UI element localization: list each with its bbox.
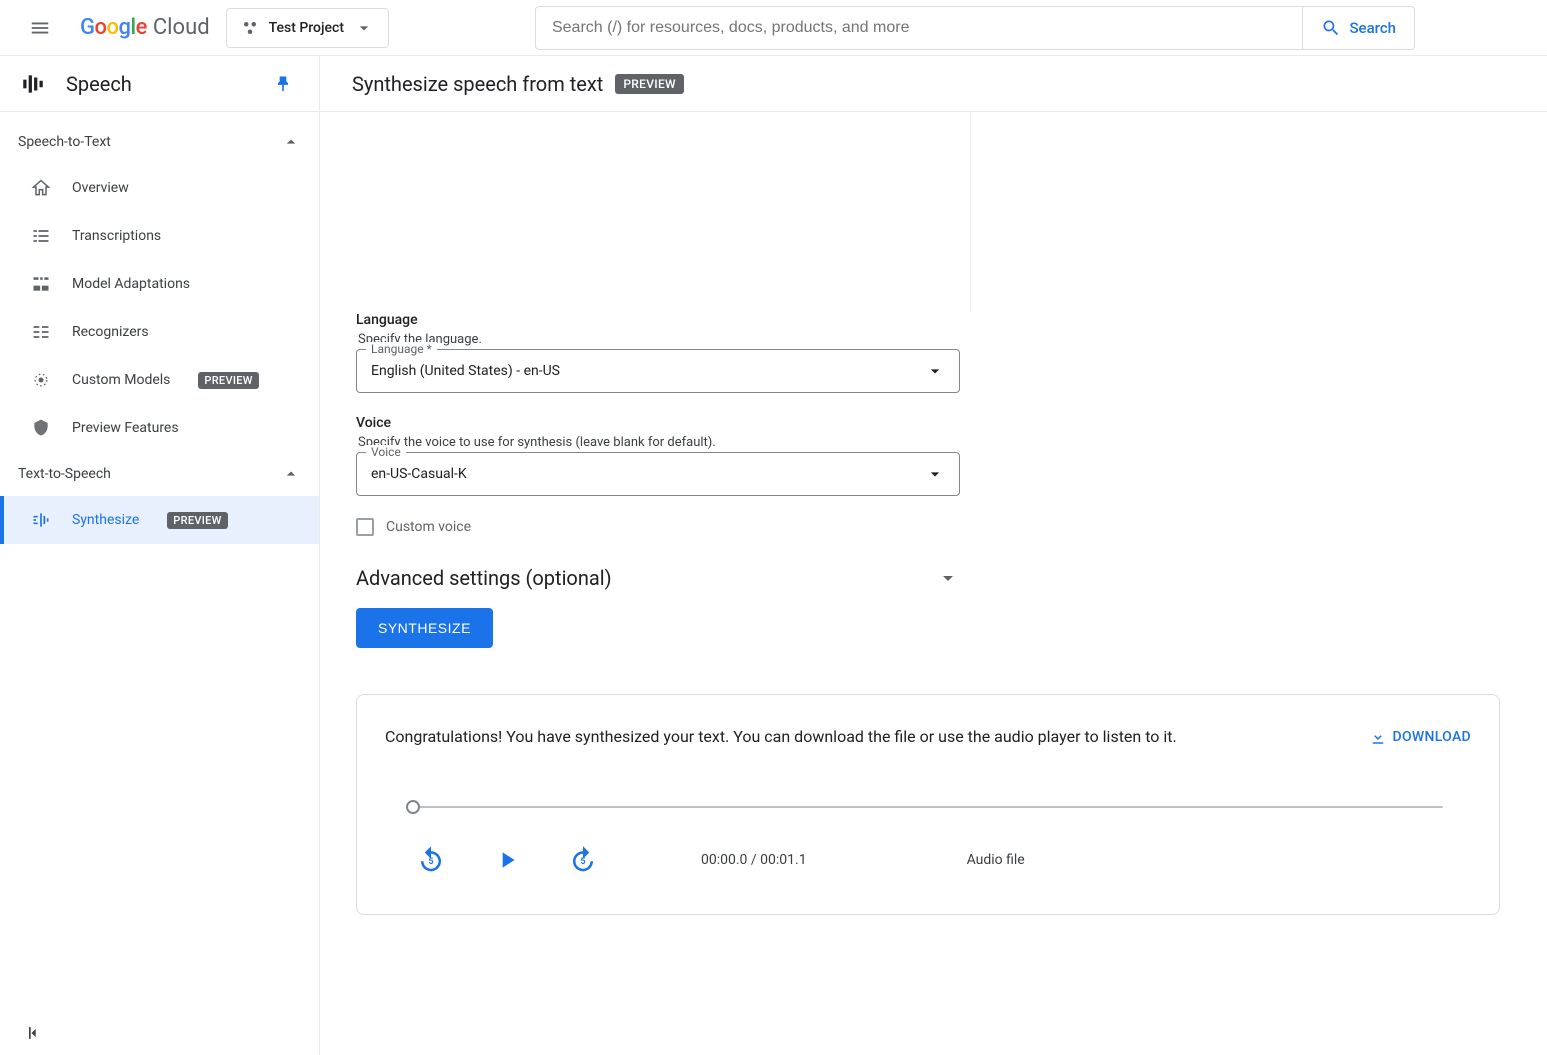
sidebar-item-label: Synthesize: [72, 512, 139, 528]
replay-5-button[interactable]: 5: [413, 842, 449, 878]
svg-text:5: 5: [428, 857, 433, 867]
page-title: Synthesize speech from text: [352, 72, 603, 96]
page-title-wrap: Synthesize speech from text PREVIEW: [320, 72, 684, 96]
download-icon: [1369, 728, 1387, 746]
sidebar-item-label: Recognizers: [72, 324, 149, 340]
custom-voice-row: Custom voice: [356, 518, 960, 536]
subheader: Speech Synthesize speech from text PREVI…: [0, 56, 1547, 112]
sidebar-item-label: Overview: [72, 180, 129, 196]
transcriptions-icon: [31, 226, 51, 246]
right-divider: [970, 112, 971, 312]
advanced-settings-toggle[interactable]: Advanced settings (optional): [356, 558, 960, 608]
language-float-label: Language *: [366, 342, 437, 356]
project-picker[interactable]: Test Project: [226, 8, 389, 48]
sidebar-item-transcriptions[interactable]: Transcriptions: [0, 212, 319, 260]
sidebar-item-custom-models[interactable]: Custom Models PREVIEW: [0, 356, 319, 404]
forward-5-icon: 5: [568, 845, 598, 875]
sidebar-item-label: Custom Models: [72, 372, 170, 388]
voice-subtitle: Specify the voice to use for synthesis (…: [358, 435, 960, 450]
product-title: Speech: [66, 72, 247, 96]
project-icon: [241, 19, 259, 37]
download-label: DOWNLOAD: [1393, 729, 1472, 745]
sidebar-item-recognizers[interactable]: Recognizers: [0, 308, 319, 356]
language-select[interactable]: English (United States) - en-US: [356, 349, 960, 393]
custom-voice-checkbox[interactable]: [356, 518, 374, 536]
synthesize-button[interactable]: SYNTHESIZE: [356, 608, 493, 648]
collapse-icon: [24, 1023, 44, 1043]
voice-float-label: Voice: [366, 445, 406, 459]
menu-icon: [29, 17, 51, 39]
voice-value: en-US-Casual-K: [371, 466, 467, 482]
sidebar-item-label: Preview Features: [72, 420, 179, 436]
language-title: Language: [356, 312, 960, 328]
logo-cloud-text: Cloud: [153, 15, 210, 40]
preview-mini-badge: PREVIEW: [167, 512, 227, 529]
svg-text:5: 5: [580, 857, 585, 867]
result-message: Congratulations! You have synthesized yo…: [385, 727, 1177, 746]
play-button[interactable]: [489, 842, 525, 878]
search-button[interactable]: Search: [1302, 7, 1414, 49]
seek-track[interactable]: [413, 806, 1443, 808]
topbar: Google Cloud Test Project Search: [0, 0, 1547, 56]
caret-down-icon: [925, 361, 945, 381]
model-adaptations-icon: [31, 274, 51, 294]
voice-title: Voice: [356, 415, 960, 431]
sidebar-item-model-adaptations[interactable]: Model Adaptations: [0, 260, 319, 308]
product-cell: Speech: [0, 56, 320, 111]
advanced-settings-label: Advanced settings (optional): [356, 566, 612, 590]
project-name: Test Project: [269, 20, 344, 36]
synthesize-icon: [31, 510, 51, 530]
section-label: Speech-to-Text: [18, 134, 111, 150]
preview-mini-badge: PREVIEW: [198, 372, 258, 389]
pin-icon: [273, 74, 293, 94]
collapse-sidebar-button[interactable]: [24, 1023, 44, 1043]
custom-voice-label: Custom voice: [386, 519, 471, 535]
sidebar-item-label: Model Adaptations: [72, 276, 190, 292]
sidenav: Speech-to-Text Overview Transcriptions M…: [0, 112, 320, 1055]
speech-product-icon: [20, 71, 46, 97]
chevron-up-icon: [281, 464, 301, 484]
language-field-block: Language Specify the language. Language …: [356, 312, 960, 393]
caret-down-icon: [925, 464, 945, 484]
audio-player: 5 5 00:00.0 / 00:01.1 Audio file: [385, 806, 1471, 878]
chevron-up-icon: [281, 132, 301, 152]
search-input[interactable]: [536, 7, 1302, 49]
custom-models-icon: [31, 370, 51, 390]
search-button-label: Search: [1349, 19, 1396, 37]
seek-thumb[interactable]: [406, 800, 420, 814]
sidebar-item-label: Transcriptions: [72, 228, 161, 244]
voice-select[interactable]: en-US-Casual-K: [356, 452, 960, 496]
google-cloud-logo[interactable]: Google Cloud: [80, 15, 210, 40]
voice-field-block: Voice Specify the voice to use for synth…: [356, 415, 960, 496]
preview-features-icon: [31, 418, 51, 438]
language-subtitle: Specify the language.: [358, 332, 960, 347]
playback-time: 00:00.0 / 00:01.1: [701, 852, 807, 868]
chevron-down-icon: [936, 566, 960, 590]
audio-file-label: Audio file: [967, 852, 1025, 868]
hamburger-menu-button[interactable]: [16, 4, 64, 52]
result-card: Congratulations! You have synthesized yo…: [356, 694, 1500, 915]
forward-5-button[interactable]: 5: [565, 842, 601, 878]
sidebar-item-synthesize[interactable]: Synthesize PREVIEW: [0, 496, 319, 544]
section-label: Text-to-Speech: [18, 466, 111, 482]
download-button[interactable]: DOWNLOAD: [1369, 728, 1472, 746]
search-icon: [1321, 18, 1341, 38]
preview-badge: PREVIEW: [615, 74, 684, 94]
recognizers-icon: [31, 322, 51, 342]
play-icon: [494, 847, 520, 873]
pin-button[interactable]: [267, 68, 299, 100]
home-icon: [31, 178, 51, 198]
sidebar-item-overview[interactable]: Overview: [0, 164, 319, 212]
replay-5-icon: 5: [416, 845, 446, 875]
section-speech-to-text[interactable]: Speech-to-Text: [0, 120, 319, 164]
search-bar: Search: [535, 6, 1415, 50]
main-content: Language Specify the language. Language …: [320, 112, 1547, 1055]
caret-down-icon: [354, 18, 374, 38]
language-value: English (United States) - en-US: [371, 363, 560, 379]
section-text-to-speech[interactable]: Text-to-Speech: [0, 452, 319, 496]
sidebar-item-preview-features[interactable]: Preview Features: [0, 404, 319, 452]
